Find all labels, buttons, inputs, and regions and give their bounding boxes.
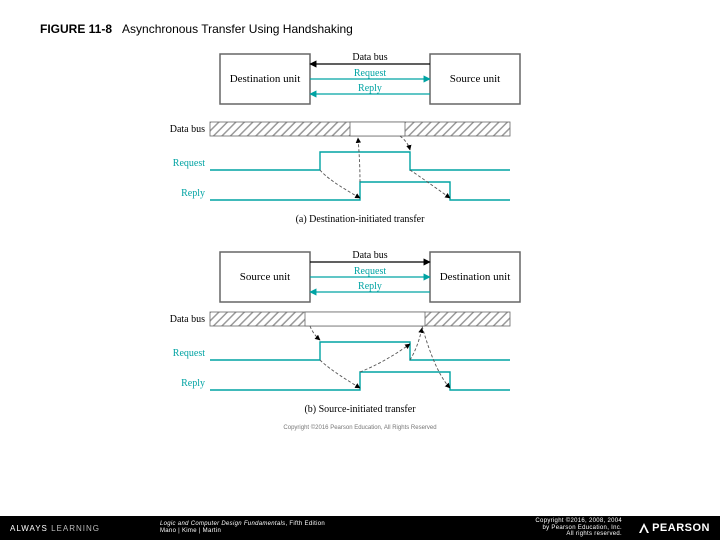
bottom-block-diagram: Source unit Destination unit Data bus Re… <box>220 250 520 302</box>
diagram-svg: Destination unit Source unit Data bus Re… <box>150 44 570 504</box>
top-caption: (a) Destination-initiated transfer <box>296 214 426 225</box>
footer-book-title: Logic and Computer Design Fundamentals <box>160 521 285 527</box>
bottom-reply-label: Reply <box>358 281 382 292</box>
top-timing-databus-label: Data bus <box>170 124 205 135</box>
bottom-timing-request-label: Request <box>173 348 205 359</box>
bottom-caption: (b) Source-initiated transfer <box>304 404 416 415</box>
top-timing-request-label: Request <box>173 158 205 169</box>
pearson-logo-icon <box>638 522 650 534</box>
always-learning: ALWAYS LEARNING <box>10 524 100 533</box>
footer-copyright-line2: by Pearson Education, Inc. <box>542 525 622 531</box>
bottom-timing-reply-label: Reply <box>181 378 205 389</box>
figure-number: FIGURE 11-8 <box>40 22 112 36</box>
top-reply-label: Reply <box>358 83 382 94</box>
bottom-request-label: Request <box>354 266 386 277</box>
footer-authors: Mano | Kime | Martin <box>160 528 221 534</box>
top-right-unit-label: Source unit <box>450 73 500 85</box>
figure-title: Asynchronous Transfer Using Handshaking <box>122 22 353 36</box>
footer-copyright: Copyright ©2016, 2008, 2004 by Pearson E… <box>535 518 622 538</box>
top-timing-diagram: Data bus Request Reply (a) Destination-i… <box>170 122 510 225</box>
bottom-timing-databus-label: Data bus <box>170 314 205 325</box>
diagram-area: Destination unit Source unit Data bus Re… <box>40 44 680 504</box>
top-databus-label: Data bus <box>352 52 387 63</box>
bottom-right-unit-label: Destination unit <box>440 271 511 283</box>
footer-copyright-line3: All rights reserved. <box>566 531 622 537</box>
footer-edition: , Fifth Edition <box>285 521 325 527</box>
top-timing-reply-label: Reply <box>181 188 205 199</box>
top-request-label: Request <box>354 68 386 79</box>
pearson-brand-text: PEARSON <box>652 522 710 534</box>
footer-bar: ALWAYS LEARNING Logic and Computer Desig… <box>0 516 720 540</box>
figure-header: FIGURE 11-8 Asynchronous Transfer Using … <box>40 22 680 36</box>
footer-book-info: Logic and Computer Design Fundamentals, … <box>160 521 325 534</box>
footer-copyright-line1: Copyright ©2016, 2008, 2004 <box>535 518 622 524</box>
bottom-left-unit-label: Source unit <box>240 271 290 283</box>
top-left-unit-label: Destination unit <box>230 73 301 85</box>
pearson-logo: PEARSON <box>638 522 710 534</box>
top-block-diagram: Destination unit Source unit Data bus Re… <box>220 52 520 104</box>
inner-copyright: Copyright ©2016 Pearson Education, All R… <box>283 424 436 431</box>
bottom-databus-label: Data bus <box>352 250 387 261</box>
bottom-timing-diagram: Data bus Request Reply (b) Source-initia… <box>170 312 510 415</box>
